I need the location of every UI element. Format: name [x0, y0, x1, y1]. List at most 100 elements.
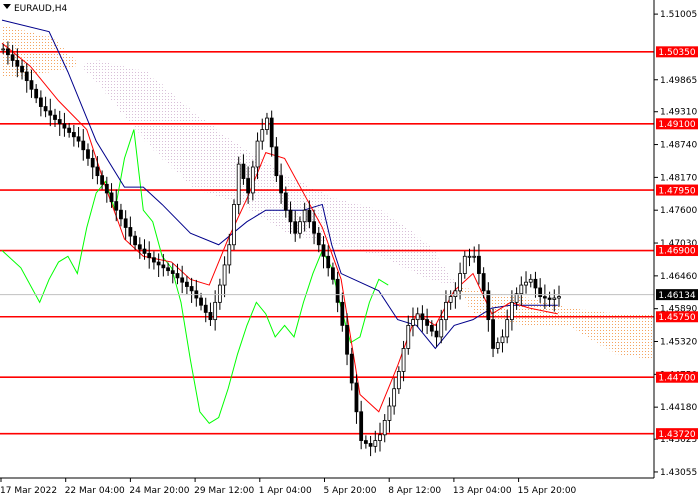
cloud-segment [416, 237, 422, 275]
candle-body [1, 48, 6, 51]
candle-body [547, 297, 552, 300]
cloud-segment [228, 139, 234, 201]
y-tick-label: 1.43055 [660, 468, 697, 478]
candle-body [86, 149, 90, 159]
candle-body [184, 281, 189, 287]
candle-body [213, 301, 218, 321]
candle-body [505, 319, 510, 338]
cloud-segment [402, 227, 408, 268]
x-tick-label: 22 Mar 04:00 [65, 486, 125, 496]
cloud-segment [619, 313, 625, 355]
candle-body [152, 257, 156, 263]
cloud-segment [86, 62, 93, 75]
candle-body [222, 264, 227, 286]
candle-body [429, 324, 434, 332]
x-tick-label: 29 Mar 12:00 [194, 486, 254, 496]
candle-body [128, 227, 133, 237]
x-axis-ticks: 17 Mar 2022 22 Mar 04:00 24 Mar 20:00 29 Ma… [0, 478, 577, 496]
candle-body [71, 132, 76, 138]
level-label: 1.44700 [658, 373, 695, 383]
candle-body [538, 287, 543, 297]
cloud-segment [397, 224, 403, 266]
cloud-segment [34, 33, 41, 74]
candle-body [180, 277, 185, 283]
cloud-segment [359, 205, 366, 252]
cloud-segment [148, 76, 154, 146]
candle-body [448, 296, 453, 303]
candle-body [453, 290, 458, 297]
cloud-segment [331, 198, 338, 245]
cloud-segment [637, 313, 644, 358]
candle-body [114, 201, 119, 211]
cloud-segment [199, 119, 206, 191]
candle-body [279, 175, 284, 194]
candle-body [458, 273, 462, 292]
candle-body [326, 255, 331, 269]
candle-body [175, 273, 180, 279]
cloud-segment [576, 309, 582, 332]
cloud-segment [204, 122, 210, 193]
candle-body [43, 106, 48, 112]
cloud-segment [82, 63, 88, 70]
x-tick-label: 5 Apr 20:00 [324, 486, 377, 496]
cloud-segment [49, 37, 55, 72]
cloud-segment [350, 203, 356, 250]
candle-body [170, 270, 175, 274]
level-label: 1.47950 [658, 186, 695, 196]
candle-body [401, 348, 406, 372]
cloud-segment [157, 84, 163, 155]
candle-body [260, 129, 265, 142]
candle-body [406, 324, 411, 349]
candle-body [439, 319, 444, 338]
candle-body [274, 146, 279, 177]
candle-body [331, 267, 335, 280]
cloud-segment [435, 258, 441, 282]
cloud-segment [378, 210, 385, 257]
cloud-segment [430, 251, 436, 281]
candle-body [104, 183, 109, 194]
candle-body [95, 166, 100, 177]
cloud-segment [72, 60, 78, 67]
candle-body [425, 319, 430, 326]
cloud-segment [388, 217, 394, 261]
candle-body [24, 71, 29, 82]
x-tick-label: 24 Mar 20:00 [129, 486, 189, 496]
candle-body [100, 175, 105, 185]
candle-body [349, 353, 354, 384]
candle-body [119, 209, 123, 220]
candle-body [557, 296, 561, 299]
candle-body [382, 420, 387, 436]
candle-body [10, 54, 15, 61]
cloud-segment [355, 204, 361, 251]
candle-body [236, 163, 241, 205]
y-tick-label: 1.46460 [660, 272, 697, 282]
cloud-segment [124, 67, 130, 119]
cloud-segment [44, 36, 50, 73]
candle-body [53, 114, 57, 120]
candle-body [246, 178, 251, 194]
candle-body [472, 255, 477, 258]
candle-body [156, 261, 161, 266]
candle-body [444, 301, 448, 321]
cloud-segment [444, 272, 451, 284]
cloud-segment [586, 310, 592, 337]
candle-body [528, 278, 533, 283]
cloud-segment [628, 313, 634, 357]
candle-body [340, 301, 345, 326]
candle-body [524, 281, 528, 286]
candle-body [15, 60, 20, 67]
cloud-segment [166, 92, 173, 165]
cloud-segment [440, 265, 446, 283]
cloud-segment [529, 298, 535, 326]
candle-body [434, 330, 439, 338]
candle-body [392, 388, 397, 407]
candle-body [208, 312, 213, 321]
current-price-label: 1.46134 [658, 291, 695, 301]
cloud-segment [345, 202, 352, 249]
candle-body [29, 80, 34, 90]
candle-body [147, 252, 152, 259]
cloud-segment [374, 209, 380, 256]
candle-body [269, 117, 274, 148]
y-tick-label: 1.48740 [660, 141, 697, 151]
cloud-segment [209, 126, 215, 195]
